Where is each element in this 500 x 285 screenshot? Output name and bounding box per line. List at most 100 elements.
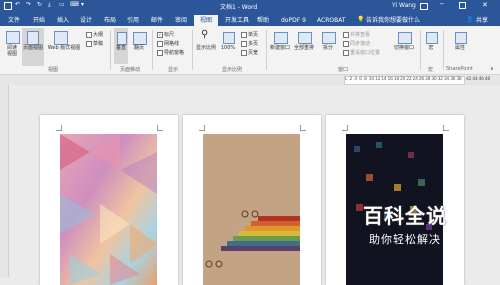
redo-icon[interactable]: ↷ [26, 1, 31, 8]
view-side-by-side-button[interactable]: 并排查看 [343, 31, 370, 38]
web-layout-icon[interactable] [54, 31, 68, 45]
properties-button[interactable]: 属性 [452, 45, 468, 51]
keyboard-icon[interactable]: ⌨ [70, 1, 79, 8]
separator [443, 30, 444, 70]
separator [192, 30, 193, 70]
zoom-icon[interactable]: ⚲ [201, 30, 208, 40]
macros-group-label: 宏 [428, 67, 434, 73]
checkbox-icon [157, 40, 163, 47]
side-to-side-button[interactable]: 翻页 [130, 45, 148, 51]
tab-mailings[interactable]: 邮件 [151, 15, 163, 26]
qat-customize-icon[interactable]: ▾ [81, 1, 84, 8]
tab-acrobat[interactable]: ACROBAT [317, 15, 346, 26]
tab-help[interactable]: 帮助 [257, 15, 269, 26]
zoom-100-button[interactable]: 100% [219, 45, 237, 51]
one-page-label: 单页 [248, 32, 259, 38]
minimize-icon[interactable]: ─ [440, 1, 444, 8]
new-window-icon[interactable] [274, 32, 288, 44]
ruler-label: 标尺 [164, 32, 175, 38]
checkmark-icon: ✓ [157, 31, 163, 38]
split-button[interactable]: 拆分 [318, 45, 338, 51]
multiple-pages-button[interactable]: 多页 [241, 40, 258, 47]
vertical-ruler[interactable] [0, 85, 9, 277]
tab-file[interactable]: 文件 [8, 15, 20, 26]
switch-windows-icon[interactable] [398, 32, 412, 44]
zoom-100-icon[interactable] [223, 32, 235, 44]
print-layout-label: 页面视图 [22, 45, 43, 51]
reset-window-position-button[interactable]: 重设窗口位置 [343, 49, 380, 56]
checkbox-icon [157, 49, 163, 56]
tab-design[interactable]: 设计 [80, 15, 92, 26]
arrange-all-icon[interactable] [298, 32, 312, 44]
synchronous-scrolling-button[interactable]: 同步滚动 [343, 40, 370, 47]
macros-button[interactable]: 宏 [423, 45, 439, 51]
separator [152, 30, 153, 70]
title-bar: ↶ ↷ ↻ ⤓ ▭ ⌨ ▾ 文档1 - Word Yi Wang ─ ✕ [0, 0, 500, 13]
vertical-label: 垂直 [115, 45, 126, 51]
collapse-ribbon-icon[interactable]: ∧ [490, 66, 494, 72]
side-by-side-icon [343, 31, 349, 38]
tell-me-search[interactable]: 告诉我你想要做什么 [366, 15, 420, 26]
one-page-button[interactable]: 单页 [241, 31, 258, 38]
undo-icon[interactable]: ↶ [15, 1, 20, 8]
outline-button[interactable]: 大纲 [86, 31, 103, 38]
read-mode-button[interactable]: 阅读 视图 [2, 45, 22, 57]
page-2-image [203, 134, 300, 285]
document-title: 文档1 - Word [220, 4, 258, 11]
close-icon[interactable]: ✕ [482, 1, 488, 9]
zoom-button[interactable]: 显示比例 [195, 45, 217, 51]
crop-mark [342, 125, 348, 131]
synchronous-scrolling-label: 同步滚动 [350, 41, 371, 47]
read-mode-icon[interactable] [6, 31, 20, 44]
tab-home[interactable]: 开始 [33, 15, 45, 26]
tab-layout[interactable]: 布局 [104, 15, 116, 26]
macros-icon[interactable] [426, 32, 438, 44]
draft-button[interactable]: 草稿 [86, 40, 103, 47]
ribbon-view: 阅读 视图 页面视图 Web 版式视图 大纲 草稿 视图 垂直 翻页 页面移动 … [0, 26, 500, 75]
multiple-pages-icon [241, 40, 247, 47]
tab-view[interactable]: 视图 [194, 15, 219, 26]
page-1 [40, 115, 178, 285]
split-icon[interactable] [322, 32, 336, 44]
ribbon-display-icon[interactable] [420, 3, 428, 10]
crop-mark [56, 125, 62, 131]
tab-review[interactable]: 审阅 [175, 15, 187, 26]
reset-window-icon [343, 49, 349, 56]
view-side-by-side-label: 并排查看 [350, 32, 371, 38]
outline-label: 大纲 [93, 32, 104, 38]
user-name[interactable]: Yi Wang [392, 2, 416, 9]
switch-windows-button[interactable]: 切换窗口 [392, 45, 416, 51]
download-icon[interactable]: ⤓ [48, 1, 51, 9]
page-1-image [60, 134, 157, 285]
crop-mark [443, 125, 449, 131]
navigation-pane-label: 导航窗格 [164, 50, 185, 56]
page-width-icon [241, 49, 247, 56]
tab-insert[interactable]: 插入 [57, 15, 69, 26]
lightbulb-icon[interactable]: 💡 [357, 16, 364, 23]
tab-developer[interactable]: 开发工具 [225, 15, 249, 26]
navigation-pane-checkbox[interactable]: 导航窗格 [157, 49, 184, 56]
new-window-button[interactable]: 新建窗口 [268, 45, 292, 51]
web-layout-button[interactable]: Web 版式视图 [44, 45, 84, 51]
arrange-all-button[interactable]: 全部重排 [292, 45, 316, 51]
page-width-label: 页宽 [248, 50, 259, 56]
crop-mark [300, 125, 306, 131]
one-page-icon [241, 31, 247, 38]
maximize-icon[interactable] [459, 2, 466, 9]
side-to-side-icon[interactable] [133, 32, 147, 45]
crop-mark [157, 125, 163, 131]
zoom-group-label: 显示比例 [222, 67, 243, 73]
properties-icon[interactable] [455, 32, 467, 44]
save-icon[interactable] [4, 2, 12, 10]
show-group-label: 显示 [168, 67, 179, 73]
share-button[interactable]: 共享 [476, 15, 488, 26]
gridlines-checkbox[interactable]: 网格线 [157, 40, 179, 47]
ruler-checkbox[interactable]: ✓ 标尺 [157, 31, 174, 38]
page-width-button[interactable]: 页宽 [241, 49, 258, 56]
tab-dopdf[interactable]: doPDF 9 [281, 15, 306, 26]
page-icon[interactable]: ▭ [59, 1, 65, 8]
share-icon[interactable]: 👤 [466, 16, 473, 23]
refresh-icon[interactable]: ↻ [37, 1, 42, 8]
tab-references[interactable]: 引用 [127, 15, 139, 26]
horizontal-ruler[interactable]: L 2 4 6 8 10 12 14 16 18 20 22 24 26 28 … [0, 75, 500, 85]
